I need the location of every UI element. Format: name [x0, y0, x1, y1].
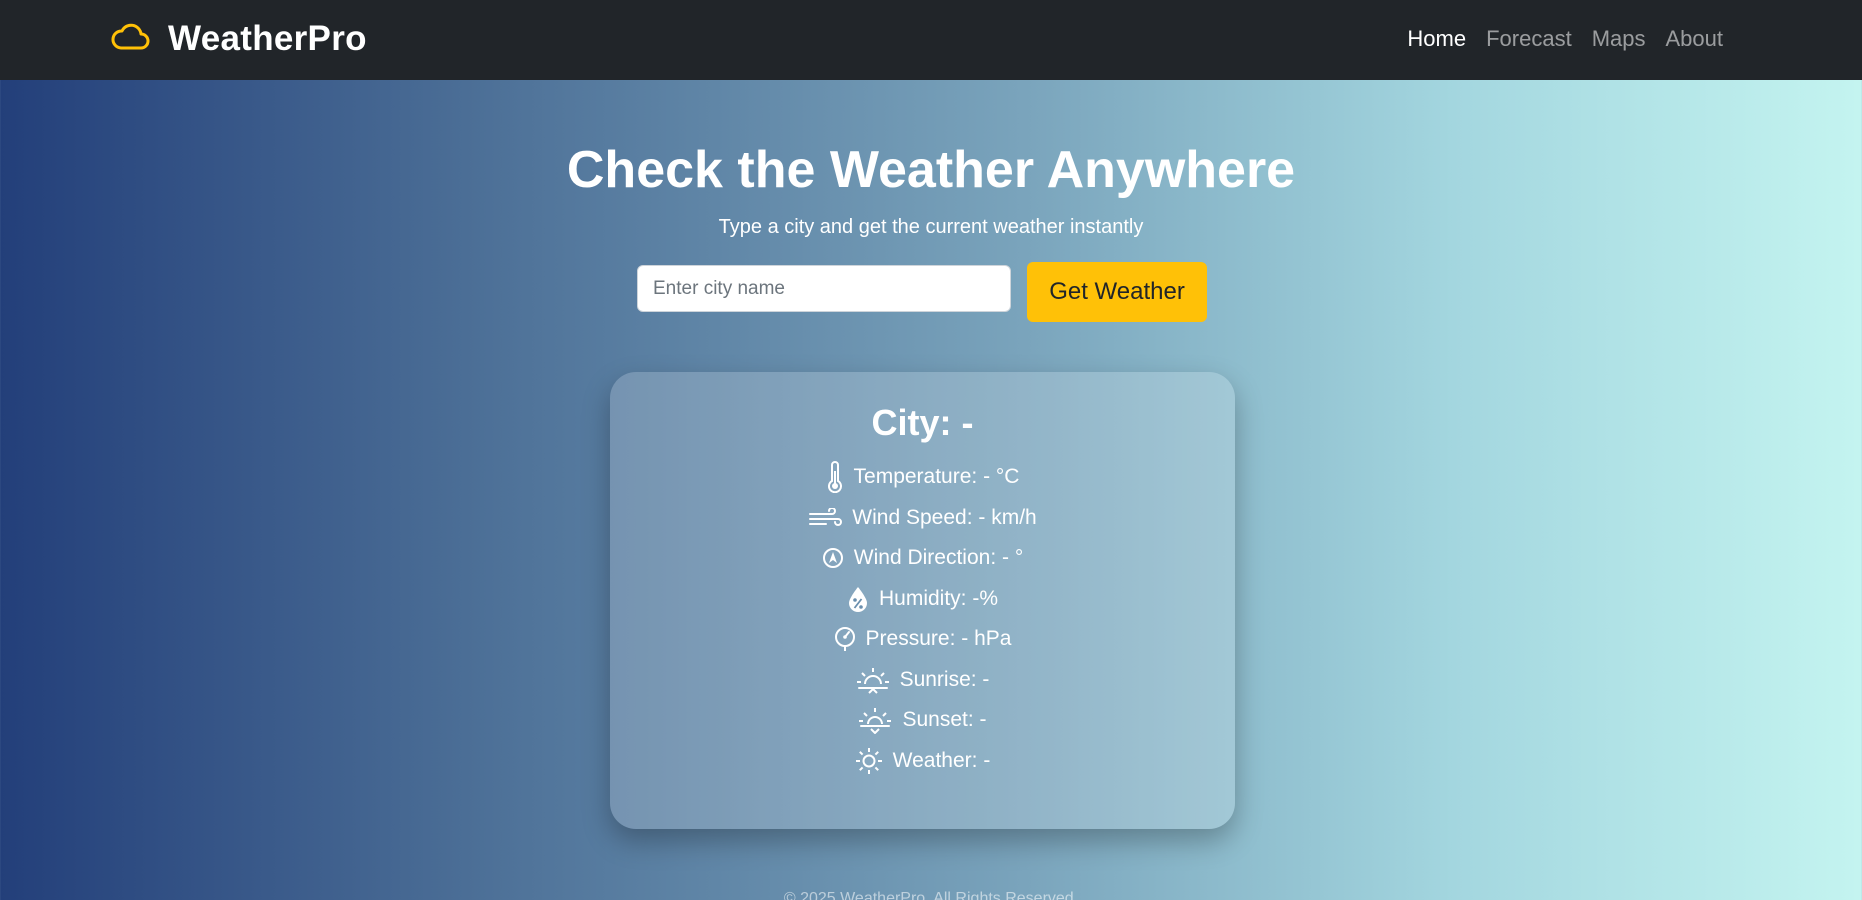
gauge-icon	[834, 626, 856, 652]
sunrise-text: Sunrise: -	[899, 668, 990, 691]
nav-link-about[interactable]: About	[1666, 26, 1724, 52]
nav-link-forecast[interactable]: Forecast	[1486, 26, 1572, 52]
weather-text: Weather: -	[892, 749, 991, 772]
brand-name: WeatherPro	[168, 19, 367, 58]
sun-icon	[855, 747, 883, 775]
temperature-row: Temperature: - °C	[610, 461, 1235, 493]
cloud-icon	[110, 23, 150, 56]
weather-row: Weather: -	[610, 746, 1235, 776]
sunset-row: Sunset: -	[610, 705, 1235, 735]
sunrise-row: Sunrise: -	[610, 665, 1235, 695]
footer: © 2025 WeatherPro. All Rights Reserved.	[783, 890, 1079, 900]
nav-link-maps[interactable]: Maps	[1592, 26, 1646, 52]
humidity-text: Humidity: -%	[878, 587, 999, 610]
compass-icon	[822, 547, 844, 569]
navbar: WeatherPro Home Forecast Maps About	[0, 0, 1862, 80]
nav-links: Home Forecast Maps About	[1407, 0, 1723, 78]
temperature-text: Temperature: - °C	[853, 465, 1020, 488]
weather-card: City: - Temperature: - °C Wind Speed: - …	[610, 372, 1235, 829]
page-title: Check the Weather Anywhere	[566, 141, 1296, 199]
pressure-text: Pressure: - hPa	[865, 627, 1012, 650]
sunrise-icon	[856, 666, 890, 694]
nav-link-home[interactable]: Home	[1407, 26, 1466, 52]
thermometer-icon	[826, 461, 844, 493]
sunset-text: Sunset: -	[902, 708, 987, 731]
wind-direction-row: Wind Direction: - °	[610, 543, 1235, 573]
wind-speed-text: Wind Speed: - km/h	[852, 506, 1037, 529]
humidity-row: Humidity: -%	[610, 584, 1235, 614]
city-search-input[interactable]	[637, 265, 1011, 312]
wind-speed-row: Wind Speed: - km/h	[610, 503, 1235, 533]
wind-icon	[808, 508, 843, 528]
pressure-row: Pressure: - hPa	[610, 624, 1235, 654]
city-title: City: -	[871, 402, 974, 443]
wind-direction-text: Wind Direction: - °	[853, 546, 1024, 569]
sunset-icon	[858, 706, 892, 734]
brand[interactable]: WeatherPro	[110, 0, 367, 78]
humidity-icon	[847, 585, 869, 613]
page-subtitle: Type a city and get the current weather …	[718, 216, 1144, 238]
get-weather-button[interactable]: Get Weather	[1027, 262, 1207, 322]
